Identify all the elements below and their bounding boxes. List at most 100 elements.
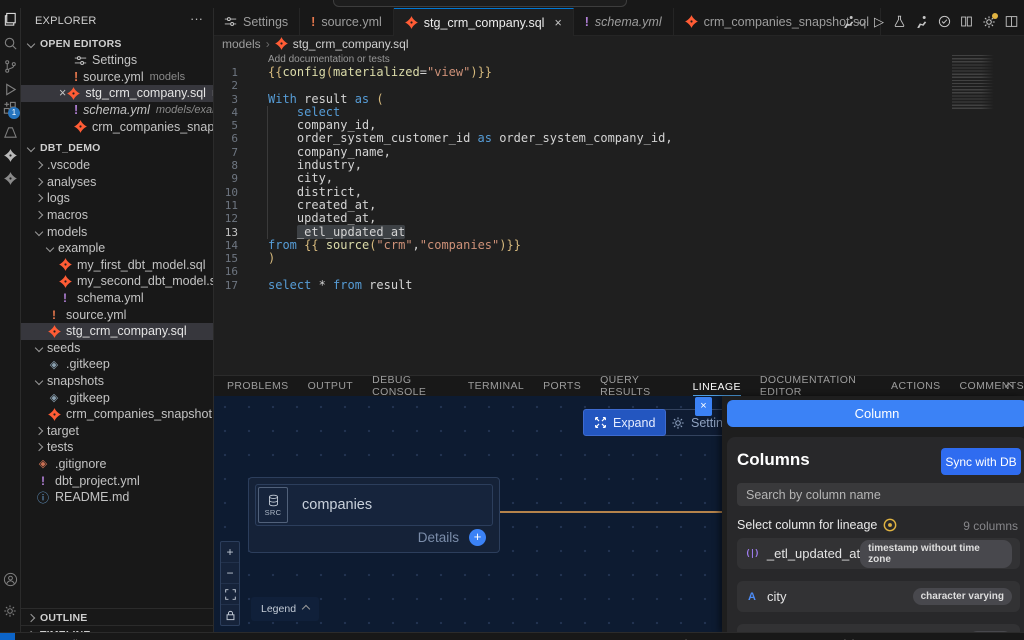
code-line[interactable]: 3 With result as ( (213, 92, 1024, 106)
panel-tab-actions[interactable]: ACTIONS (891, 380, 940, 392)
eye-icon[interactable] (883, 518, 897, 532)
tree-item-dbt-project-yml[interactable]: ! dbt_project.yml (21, 472, 213, 489)
split-editor-button[interactable] (1005, 15, 1018, 28)
close-icon[interactable]: × (59, 86, 66, 100)
tree-item-example[interactable]: example (21, 240, 213, 257)
zoom-in-button[interactable]: + (221, 542, 239, 563)
tree-item-my-first-dbt-model-sql[interactable]: my_first_dbt_model.sql (21, 257, 213, 274)
code-line[interactable]: 12 updated_at, (213, 212, 1024, 226)
node-title-box[interactable]: SRC companies (255, 484, 493, 526)
breadcrumb-folder[interactable]: models (222, 37, 261, 51)
activity-explorer-icon[interactable] (1, 10, 19, 28)
tab-source-yml[interactable]: ! source.yml (300, 8, 394, 35)
test-model-button[interactable] (893, 15, 906, 28)
code-line[interactable]: 8 industry, (213, 158, 1024, 172)
project-root[interactable]: DBT_DEMO (21, 139, 213, 156)
open-editor-item[interactable]: ×stg_crm_company.sqlmodels (21, 85, 213, 102)
open-docs-button[interactable] (960, 15, 973, 28)
tree-item-schema-yml[interactable]: ! schema.yml (21, 290, 213, 307)
column-search-input[interactable] (737, 483, 1024, 506)
breadcrumb-file[interactable]: stg_crm_company.sql (293, 37, 409, 51)
tree-item-my-second-dbt-model-sql[interactable]: my_second_dbt_model.sql (21, 273, 213, 290)
zoom-out-button[interactable]: − (221, 563, 239, 584)
minimap[interactable] (952, 55, 994, 109)
more-actions-icon[interactable]: ··· (190, 11, 203, 26)
tab-Settings[interactable]: Settings (213, 8, 301, 35)
run-test-button[interactable] (915, 15, 929, 29)
activity-search-icon[interactable] (1, 34, 19, 52)
tree-item-logs[interactable]: logs (21, 190, 213, 207)
validate-button[interactable] (938, 15, 951, 28)
fit-view-button[interactable] (221, 584, 239, 605)
command-center[interactable] (333, 0, 627, 7)
code-line[interactable]: 6 order_system_customer_id as order_syst… (213, 132, 1024, 146)
expand-node-button[interactable]: + (469, 529, 486, 546)
column-tab-button[interactable]: Column (727, 400, 1024, 427)
tree-item-README-md[interactable]: ⓘ README.md (21, 489, 213, 506)
remote-indicator[interactable] (0, 633, 15, 640)
column-row-company_id[interactable]: #company_idbigint (737, 624, 1020, 632)
code-line[interactable]: 15) (213, 252, 1024, 266)
panel-tab-comments[interactable]: COMMENTS (960, 380, 1024, 392)
open-editors-header[interactable]: OPEN EDITORS (21, 35, 213, 52)
code-line[interactable]: 7 company_name, (213, 145, 1024, 159)
tree-item--gitkeep[interactable]: ◈ .gitkeep (21, 389, 213, 406)
tree-item-tests[interactable]: tests (21, 439, 213, 456)
codelens-link[interactable]: Add documentation or tests (268, 54, 390, 65)
panel-tab-debug-console[interactable]: DEBUG CONSOLE (372, 374, 449, 398)
panel-tab-documentation-editor[interactable]: DOCUMENTATION EDITOR (760, 374, 872, 398)
legend-toggle[interactable]: Legend (251, 597, 320, 621)
tree-item-stg-crm-company-sql[interactable]: stg_crm_company.sql (21, 322, 213, 340)
tree-item-analyses[interactable]: analyses (21, 174, 213, 191)
tree-item-models[interactable]: models (21, 223, 213, 240)
panel-tab-problems[interactable]: PROBLEMS (227, 380, 289, 392)
activity-run-debug-icon[interactable] (1, 80, 19, 98)
code-line[interactable]: 16 (213, 265, 1024, 278)
expand-button[interactable]: Expand (583, 409, 667, 436)
code-line[interactable]: 9 city, (213, 172, 1024, 186)
tree-item-seeds[interactable]: seeds (21, 340, 213, 357)
code-line[interactable]: 5 company_id, (213, 119, 1024, 133)
code-line[interactable]: 4 select (213, 105, 1024, 119)
tree-item--vscode[interactable]: .vscode (21, 157, 213, 174)
code-line[interactable]: 13 _etl_updated_at (213, 224, 1024, 239)
tree-item-source-yml[interactable]: ! source.yml (21, 306, 213, 323)
panel-tab-terminal[interactable]: TERMINAL (468, 380, 524, 392)
code-line[interactable]: 17 select * from result (213, 278, 1024, 292)
tree-item-crm-companies-snapshot-sql[interactable]: crm_companies_snapshot.sql (21, 406, 213, 423)
outline-section[interactable]: OUTLINE (21, 608, 213, 626)
tree-item-snapshots[interactable]: snapshots (21, 373, 213, 390)
code-line[interactable]: 14 from {{ source("crm","companies")}} (213, 238, 1024, 252)
column-row-_etl_updated_at[interactable]: (|) _etl_updated_at timestamp without time… (737, 538, 1020, 569)
open-editor-item[interactable]: !schema.ymlmodels/example (21, 102, 213, 119)
tree-item-target[interactable]: target (21, 423, 213, 440)
panel-tab-lineage[interactable]: LINEAGE (692, 381, 741, 396)
activity-accounts-icon[interactable] (1, 570, 19, 588)
breadcrumb[interactable]: models › stg_crm_company.sql (213, 35, 1024, 52)
code-editor[interactable]: Add documentation or tests 1 {{config(mat… (213, 52, 1024, 375)
open-editor-item[interactable]: crm_companies_snapshot.sq... (21, 118, 213, 135)
panel-tab-ports[interactable]: PORTS (543, 380, 581, 392)
activity-settings-gear-icon[interactable] (1, 602, 19, 620)
open-editor-item[interactable]: Settings (21, 52, 213, 69)
code-line[interactable]: 2 (213, 79, 1024, 92)
tree-item--gitkeep[interactable]: ◈ .gitkeep (21, 356, 213, 373)
tab-schema-yml[interactable]: ! schema.yml (573, 8, 674, 35)
activity-dbt-icon[interactable] (1, 146, 19, 164)
tab-stg-crm-company-sql[interactable]: stg_crm_company.sql × (393, 8, 574, 36)
code-line[interactable]: 1 {{config(materialized="view")}} (213, 65, 1024, 79)
code-line[interactable]: 10 district, (213, 185, 1024, 199)
panel-tab-output[interactable]: OUTPUT (308, 380, 354, 392)
activity-source-control-icon[interactable] (1, 57, 19, 75)
open-editor-item[interactable]: ! source.yml models (21, 69, 213, 86)
sync-with-db-button[interactable]: Sync with DB (941, 448, 1021, 475)
panel-tab-query-results[interactable]: QUERY RESULTS (600, 374, 673, 398)
node-details-label[interactable]: Details (418, 530, 459, 545)
lock-button[interactable] (221, 605, 239, 625)
close-lineage-button[interactable]: × (695, 397, 712, 416)
settings-badge-button[interactable] (982, 12, 998, 29)
tree-item--gitignore[interactable]: ◈ .gitignore (21, 456, 213, 473)
column-row-city[interactable]: Acity character varying (737, 581, 1020, 612)
code-line[interactable]: 11 created_at, (213, 198, 1024, 212)
activity-azure-icon[interactable] (1, 123, 19, 141)
